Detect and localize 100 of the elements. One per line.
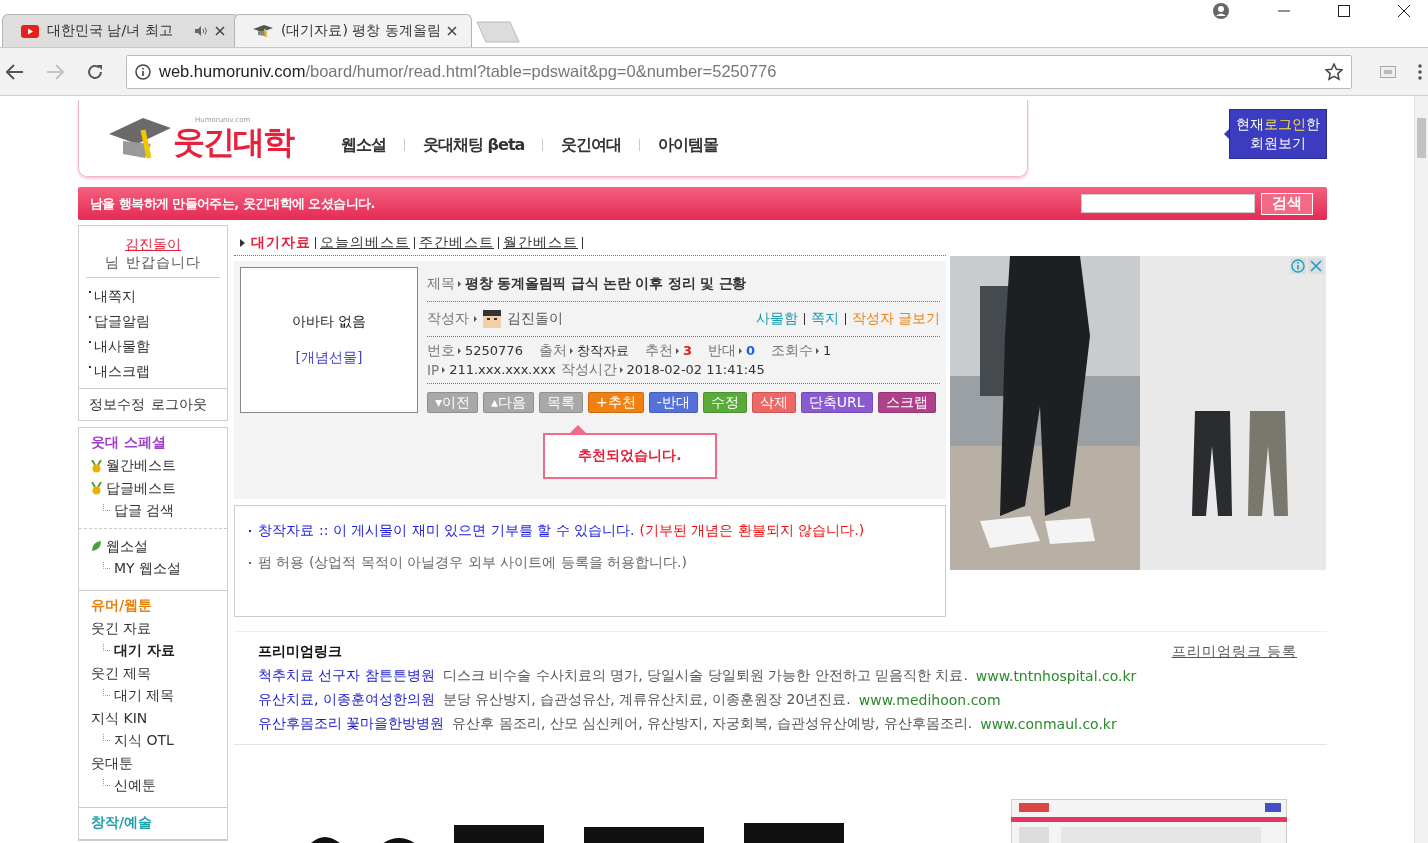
notice-text: 펌 허용 (상업적 목적이 아닐경우 외부 사이트에 등록을 허용합니다.): [258, 554, 687, 572]
sponsor-link[interactable]: 유산치료, 이종훈여성한의원: [258, 691, 435, 709]
sponsor-description: 디스크 비수술 수사치료의 명가, 당일시술 당일퇴원 가능한 안전하고 믿음직한 치료.: [442, 667, 968, 685]
maximize-icon[interactable]: [1338, 5, 1350, 17]
branch-icon: [103, 779, 110, 786]
field-value: 2018-02-02 11:41:45: [626, 362, 765, 377]
site-logo[interactable]: 웃긴대학: [173, 124, 293, 160]
board-tab[interactable]: 주간베스트: [419, 234, 494, 252]
triangle-icon: [458, 347, 461, 354]
avatar-icon: [483, 310, 501, 328]
section-title: 유머/웹툰: [91, 596, 154, 615]
nav-link[interactable]: 웃대채팅 βeta: [423, 134, 525, 156]
account-icon[interactable]: [1212, 2, 1230, 20]
user-menu-link[interactable]: 내쪽지: [94, 287, 136, 306]
post-action-button[interactable]: 단축URL: [800, 392, 873, 413]
browser-tab[interactable]: (대기자료) 평창 동계올림: [234, 14, 472, 47]
branch-icon: [103, 689, 110, 696]
medal-icon: [91, 482, 102, 496]
sidebar-link[interactable]: 답글베스트: [106, 479, 176, 498]
sidebar-link[interactable]: 답글 검색: [114, 502, 175, 521]
sidebar-link[interactable]: 웹소설: [106, 537, 148, 556]
account-link[interactable]: 정보수정: [89, 396, 145, 414]
gift-link[interactable]: [개념선물]: [295, 349, 363, 367]
sponsor-description: 분당 유산방지, 습관성유산, 계류유산치료, 이종훈원장 20년진료.: [442, 691, 851, 709]
field-label: 반대: [707, 341, 736, 360]
user-menu-link[interactable]: 답글알림: [94, 312, 150, 331]
sidebar-link[interactable]: 대기 제목: [114, 687, 175, 706]
register-link[interactable]: 프리미엄링크 등록: [1171, 643, 1297, 661]
sidebar-link[interactable]: 대기 자료: [114, 642, 175, 661]
triangle-icon: [240, 239, 245, 247]
sponsor-description: 유산후 몸조리, 산모 심신케어, 유산방지, 자궁회복, 습관성유산예방, 유산후몸조리.: [452, 715, 973, 733]
scrollbar[interactable]: [1414, 96, 1428, 843]
triangle-icon: [738, 347, 742, 354]
board-tab[interactable]: 월간베스트: [503, 234, 578, 252]
post-action-button[interactable]: -반대: [648, 392, 698, 413]
triangle-icon: [569, 347, 573, 354]
account-link[interactable]: 로그아웃: [151, 396, 207, 414]
field-label: IP: [427, 361, 440, 378]
branch-icon: [103, 562, 110, 569]
board-tab[interactable]: 대기자료: [251, 234, 311, 252]
reload-icon[interactable]: [86, 62, 104, 81]
sponsor-url[interactable]: www.tntnhospital.co.kr: [975, 668, 1137, 684]
triangle-icon: [442, 366, 446, 373]
sidebar-link[interactable]: 웃대툰: [91, 754, 133, 773]
user-menu-link[interactable]: 내스크랩: [94, 362, 150, 381]
post-action-button[interactable]: 스크랩: [877, 392, 936, 413]
field-value: 211.xxx.xxx.xxx: [449, 362, 556, 377]
branch-icon: [103, 644, 110, 651]
sidebar-link[interactable]: 지식 OTL: [114, 732, 174, 751]
sidebar-link[interactable]: 신예툰: [114, 777, 156, 796]
triangle-icon: [816, 347, 819, 354]
search-field[interactable]: [1081, 194, 1255, 213]
speaker-icon[interactable]: [195, 26, 207, 36]
notice-text: :: 이 게시물이 재미 있으면 기부를 할 수 있습니다.: [319, 522, 635, 540]
field-label: 번호: [427, 341, 455, 360]
sidebar-link[interactable]: 웃긴 제목: [91, 664, 152, 683]
post-title: 평창 동계올림픽 급식 논란 이후 정리 및 근황: [465, 275, 747, 293]
section-title: 창작/예술: [91, 813, 154, 832]
field-label: 조회수: [771, 341, 813, 360]
nav-link[interactable]: 웃긴여대: [561, 134, 622, 156]
menu-icon[interactable]: [1418, 63, 1422, 80]
star-icon[interactable]: [1325, 62, 1343, 81]
notice-text: 창작자료: [258, 522, 314, 540]
online-members-button[interactable]: 현재 로그인한 회원보기: [1229, 109, 1327, 159]
sidebar-link[interactable]: MY 웹소설: [114, 560, 182, 579]
sidebar-link[interactable]: 월간베스트: [106, 457, 176, 476]
close-icon[interactable]: [215, 26, 225, 36]
greeting-text: 님 반갑습니다: [105, 254, 201, 272]
no-avatar-text: 아바타 없음: [291, 313, 367, 331]
field-value: 0: [745, 343, 755, 358]
leaf-icon: [91, 541, 102, 553]
sidebar-link[interactable]: 웃긴 자료: [91, 619, 152, 638]
welcome-text: 남을 행복하게 만들어주는, 웃긴대학에 오셨습니다.: [90, 194, 376, 213]
branch-icon: [103, 504, 110, 511]
sponsor-link[interactable]: 척추치료 선구자 참튼튼병원: [258, 667, 435, 685]
close-icon[interactable]: [1398, 5, 1410, 17]
medal-icon: [91, 459, 102, 473]
nav-link[interactable]: 아이템몰: [658, 134, 719, 156]
back-icon[interactable]: [6, 63, 24, 80]
sidebar-link[interactable]: 지식 KIN: [91, 709, 148, 728]
address-bar[interactable]: web.humoruniv.com/board/humor/read.html?table=pdswait&pg=0&number=5250776: [126, 54, 1352, 89]
info-icon[interactable]: [135, 63, 151, 80]
field-label: 작성시간: [560, 360, 617, 379]
nav-link[interactable]: 웹소설: [341, 134, 386, 156]
triangle-icon: [474, 316, 477, 322]
author-name: 김진돌이: [507, 310, 563, 328]
board-tab[interactable]: 오늘의베스트: [320, 234, 410, 252]
user-menu-link[interactable]: 내사물함: [94, 337, 150, 356]
triangle-icon: [458, 281, 461, 287]
sponsor-url[interactable]: www.medihoon.com: [858, 692, 1001, 708]
branch-icon: [103, 734, 110, 741]
field-value: 3: [682, 343, 692, 358]
graduation-cap-icon: [253, 24, 273, 38]
field-label: 작성자: [427, 310, 469, 328]
sponsor-url[interactable]: www.conmaul.co.kr: [980, 716, 1117, 732]
notice-text: (기부된 개념은 환불되지 않습니다.): [639, 522, 865, 540]
close-icon[interactable]: [447, 26, 457, 36]
user-name-link[interactable]: 김진돌이: [125, 236, 181, 254]
section-title: 웃대 스페셜: [91, 434, 167, 452]
sponsor-link[interactable]: 유산후몸조리 꽃마을한방병원: [258, 715, 445, 733]
